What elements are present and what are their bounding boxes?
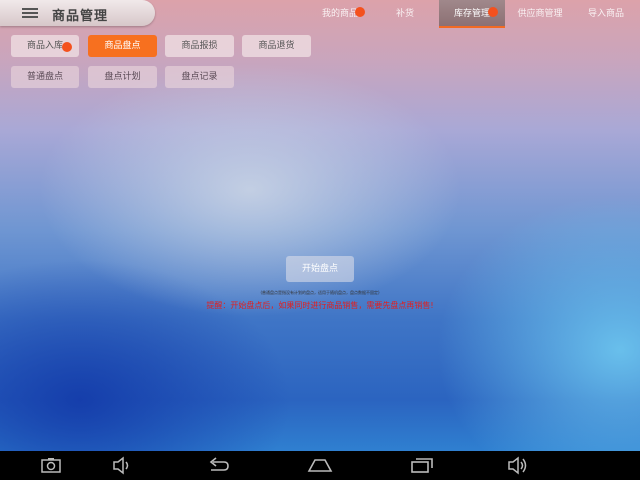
title-bar: 商品管理 — [0, 0, 155, 26]
stocktake-plan-button[interactable]: 盘点计划 — [88, 66, 157, 88]
button-label: 商品入库 — [26, 41, 63, 51]
stocktake-note: (普通盘点是指没有计划的盘点，适用于随机盘点，盘点数据不固定) — [260, 290, 380, 295]
tab-notification-badge — [488, 7, 498, 17]
return-goods-button[interactable]: 商品退货 — [242, 35, 311, 57]
button-label: 商品退货 — [258, 41, 295, 51]
volume-up-icon[interactable] — [506, 451, 530, 480]
tab-label: 补货 — [395, 9, 414, 19]
report-loss-button[interactable]: 商品报损 — [165, 35, 234, 57]
stocktake-button[interactable]: 商品盘点 — [88, 35, 157, 57]
tab-label: 库存管理 — [453, 9, 490, 19]
stock-in-badge — [62, 42, 72, 52]
tab-notification-badge — [355, 7, 365, 17]
button-label: 普通盘点 — [26, 72, 63, 82]
start-stocktake-button[interactable]: 开始盘点 — [286, 256, 354, 282]
tab-label: 我的商品 — [321, 9, 358, 19]
button-label: 商品报损 — [181, 41, 218, 51]
home-icon[interactable] — [307, 451, 333, 480]
tab-restock[interactable]: 补货 — [380, 0, 430, 28]
button-label: 盘点记录 — [181, 72, 218, 82]
regular-stocktake-button[interactable]: 普通盘点 — [11, 66, 79, 88]
stocktake-records-button[interactable]: 盘点记录 — [165, 66, 234, 88]
tab-import-products[interactable]: 导入商品 — [578, 0, 634, 28]
warning-text: 提醒：开始盘点后，如果同时进行商品销售，需要先盘点再销售! — [206, 301, 434, 310]
top-bar: 商品管理 我的商品 补货 库存管理 供应商管理 导入商品 — [0, 0, 640, 28]
menu-icon[interactable] — [22, 8, 38, 19]
button-label: 盘点计划 — [104, 72, 141, 82]
recents-icon[interactable] — [409, 451, 435, 480]
page-title: 商品管理 — [52, 9, 109, 24]
tab-suppliers[interactable]: 供应商管理 — [508, 0, 572, 28]
volume-down-icon[interactable] — [111, 451, 133, 480]
tab-label: 导入商品 — [587, 9, 624, 19]
back-icon[interactable] — [206, 451, 232, 480]
camera-icon[interactable] — [40, 451, 62, 480]
system-navigation-bar — [0, 451, 640, 480]
tab-label: 供应商管理 — [517, 9, 563, 19]
button-label: 商品盘点 — [104, 41, 141, 51]
